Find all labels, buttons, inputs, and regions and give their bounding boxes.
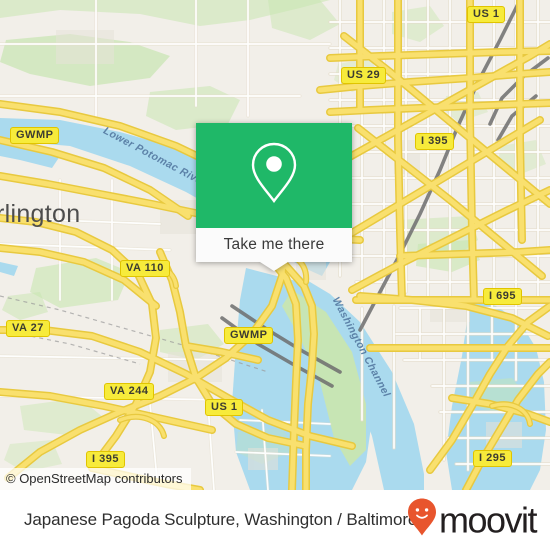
highway-shield: VA 244 [104, 383, 155, 400]
location-popup-card[interactable]: Take me there [196, 123, 352, 271]
map-screenshot: .w { fill:#aadaee; } .pk { fill:#c8e6b0;… [0, 0, 550, 550]
popup-header [196, 123, 352, 228]
highway-shield: US 29 [341, 67, 387, 84]
highway-shield: GWMP [10, 127, 60, 144]
moovit-brand[interactable]: moovit [407, 498, 538, 543]
take-me-there-label: Take me there [223, 236, 325, 253]
highway-shield: I 395 [86, 451, 125, 468]
footer-bar: Japanese Pagoda Sculpture, Washington / … [0, 490, 550, 550]
take-me-there-button[interactable]: Take me there [196, 228, 352, 262]
highway-shield: VA 110 [120, 260, 170, 277]
popup-pointer-tail [260, 262, 288, 271]
highway-shield: VA 27 [6, 320, 50, 337]
moovit-smiley-pin-icon [407, 498, 437, 543]
place-title: Japanese Pagoda Sculpture, Washington / … [24, 510, 418, 529]
moovit-wordmark: moovit [438, 499, 538, 540]
osm-attribution[interactable]: © OpenStreetMap contributors [0, 468, 191, 490]
highway-shield: GWMP [224, 327, 274, 344]
highway-shield: I 695 [483, 288, 522, 305]
highway-shield: I 295 [473, 450, 512, 467]
highway-shield: US 1 [467, 6, 506, 23]
highway-shield: US 1 [205, 399, 244, 416]
map-pin-icon [247, 141, 301, 210]
highway-shield: I 395 [415, 133, 454, 150]
